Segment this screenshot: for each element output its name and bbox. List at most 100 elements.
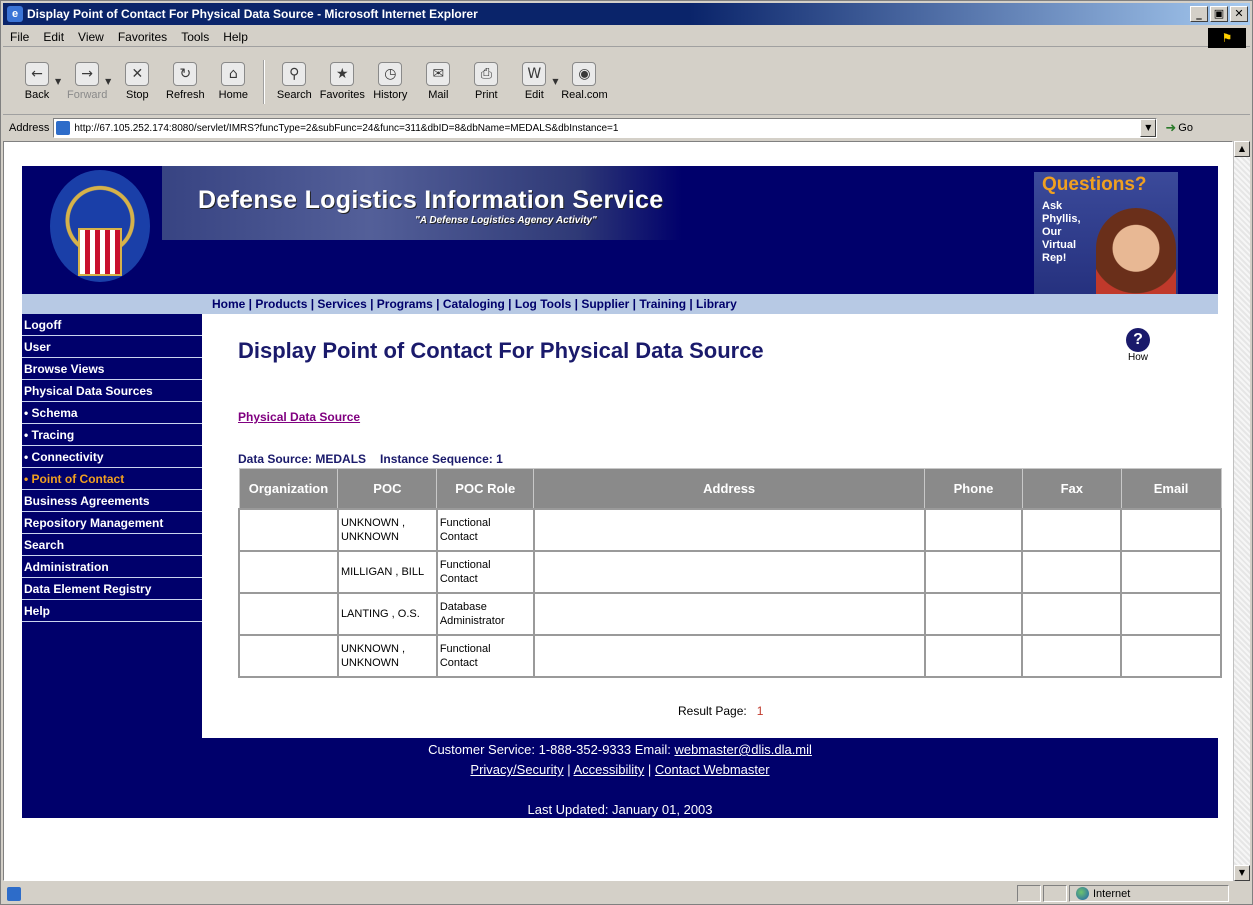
stop-button[interactable]: ✕ Stop: [113, 62, 161, 101]
favorites-icon: ★: [330, 62, 355, 86]
title-bar: e Display Point of Contact For Physical …: [3, 3, 1250, 25]
real-label: Real.com: [561, 89, 608, 101]
search-icon: ⚲: [282, 62, 307, 86]
back-dropdown-icon[interactable]: ▼: [55, 77, 61, 86]
cell-organization: [238, 507, 339, 552]
sidebar-item-physical-data-sources[interactable]: Physical Data Sources: [22, 380, 202, 402]
minimize-button[interactable]: _: [1190, 6, 1208, 22]
history-icon: ◷: [378, 62, 403, 86]
table-row: LANTING , O.S. Database Administrator: [238, 591, 1222, 636]
window-title: Display Point of Contact For Physical Da…: [27, 7, 478, 21]
cell-poc-role: Functional Contact: [435, 549, 535, 594]
cell-poc: UNKNOWN , UNKNOWN: [336, 507, 438, 552]
favorites-button[interactable]: ★ Favorites: [318, 62, 366, 101]
back-button[interactable]: ← Back: [13, 62, 61, 101]
cell-address: [532, 633, 926, 678]
home-button[interactable]: ⌂ Home: [209, 62, 257, 101]
page-icon: [56, 121, 71, 135]
menu-file[interactable]: File: [3, 30, 36, 44]
footer-links: Privacy/Security | Accessibility | Conta…: [470, 762, 770, 777]
sidebar-item-business-agreements[interactable]: Business Agreements: [22, 490, 202, 512]
cell-email: [1120, 549, 1222, 594]
vertical-scrollbar[interactable]: ▲ ▼: [1233, 141, 1250, 881]
menu-edit[interactable]: Edit: [36, 30, 71, 44]
customer-service-line: Customer Service: 1-888-352-9333 Email: …: [22, 742, 1218, 757]
mail-button[interactable]: ✉ Mail: [414, 62, 462, 101]
top-nav-links[interactable]: Home | Products | Services | Programs | …: [212, 297, 737, 311]
menu-help[interactable]: Help: [216, 30, 255, 44]
sidebar-item-data-element-registry[interactable]: Data Element Registry: [22, 578, 202, 600]
virtual-rep-box[interactable]: Questions? Ask Phyllis, Our Virtual Rep!: [1034, 172, 1178, 314]
forward-dropdown-icon[interactable]: ▼: [105, 77, 111, 86]
scroll-down-icon[interactable]: ▼: [1234, 865, 1250, 881]
cell-fax: [1021, 507, 1123, 552]
go-arrow-icon: ➜: [1165, 120, 1177, 136]
cell-fax: [1021, 633, 1123, 678]
sidebar-item-administration[interactable]: Administration: [22, 556, 202, 578]
search-button[interactable]: ⚲ Search: [270, 62, 318, 101]
edit-label: Edit: [524, 89, 544, 101]
address-input[interactable]: http://67.105.252.174:8080/servlet/IMRS?…: [53, 118, 1158, 138]
sidebar-item-repository-management[interactable]: Repository Management: [22, 512, 202, 534]
webmaster-email-link[interactable]: webmaster@dlis.dla.mil: [674, 742, 811, 757]
windows-logo-icon: ⚑: [1208, 28, 1246, 48]
cell-phone: [923, 549, 1024, 594]
sidebar-item-schema[interactable]: • Schema: [22, 402, 202, 424]
cell-email: [1120, 591, 1222, 636]
how-button[interactable]: ? How: [1118, 328, 1158, 363]
search-label: Search: [276, 89, 312, 101]
cell-poc-role: Functional Contact: [435, 633, 535, 678]
cell-email: [1120, 507, 1222, 552]
sidebar-item-point-of-contact[interactable]: • Point of Contact: [22, 468, 202, 490]
ie-logo-icon: e: [7, 6, 23, 22]
refresh-button[interactable]: ↻ Refresh: [161, 62, 209, 101]
privacy-security-link[interactable]: Privacy/Security: [470, 762, 563, 777]
maximize-button[interactable]: ▣: [1210, 6, 1228, 22]
real-button[interactable]: ◉ Real.com: [560, 62, 608, 101]
internet-globe-icon: [1076, 887, 1089, 900]
result-pagination: Result Page: 1: [678, 704, 763, 718]
menu-view[interactable]: View: [71, 30, 111, 44]
address-dropdown-icon[interactable]: ▼: [1140, 119, 1157, 137]
contact-webmaster-link[interactable]: Contact Webmaster: [655, 762, 770, 777]
cell-phone: [923, 591, 1024, 636]
address-label: Address: [9, 122, 50, 134]
col-fax: Fax: [1021, 468, 1122, 509]
print-button[interactable]: ⎙ Print: [462, 62, 510, 101]
mail-icon: ✉: [426, 62, 451, 86]
result-page-link[interactable]: 1: [757, 704, 764, 718]
table-header-row: Organization POC POC Role Address Phone …: [238, 468, 1222, 509]
forward-arrow-icon: →: [75, 62, 100, 86]
forward-button[interactable]: → Forward: [63, 62, 111, 101]
edit-button[interactable]: W Edit: [510, 62, 558, 101]
physical-data-source-link[interactable]: Physical Data Source: [238, 410, 360, 424]
menu-favorites[interactable]: Favorites: [111, 30, 174, 44]
print-icon: ⎙: [474, 62, 499, 86]
poc-table: Organization POC POC Role Address Phone …: [238, 468, 1222, 678]
menu-tools[interactable]: Tools: [174, 30, 216, 44]
cell-fax: [1021, 591, 1123, 636]
sidebar-item-search[interactable]: Search: [22, 534, 202, 556]
web-page: Defense Logistics Information Service "A…: [22, 166, 1222, 818]
close-button[interactable]: ✕: [1230, 6, 1248, 22]
forward-label: Forward: [66, 89, 108, 101]
refresh-icon: ↻: [173, 62, 198, 86]
toolbar-separator: [263, 59, 265, 104]
address-bar: Address http://67.105.252.174:8080/servl…: [3, 117, 1250, 139]
menu-bar: File Edit View Favorites Tools Help: [3, 27, 1250, 47]
back-arrow-icon: ←: [25, 62, 49, 86]
edit-dropdown-icon[interactable]: ▼: [552, 77, 558, 86]
toolbar: ← Back ▼ → Forward ▼ ✕ Stop ↻ Refresh ⌂ Home …: [3, 49, 1250, 115]
scroll-up-icon[interactable]: ▲: [1234, 141, 1250, 157]
accessibility-link[interactable]: Accessibility: [574, 762, 645, 777]
sidebar-item-logoff[interactable]: Logoff: [22, 314, 202, 336]
sidebar-item-tracing[interactable]: • Tracing: [22, 424, 202, 446]
sidebar-item-connectivity[interactable]: • Connectivity: [22, 446, 202, 468]
history-button[interactable]: ◷ History: [366, 62, 414, 101]
questions-text: Ask Phyllis, Our Virtual Rep!: [1042, 200, 1081, 264]
sidebar-item-browse-views[interactable]: Browse Views: [22, 358, 202, 380]
how-label: How: [1127, 352, 1148, 363]
go-button[interactable]: ➜ Go: [1165, 121, 1193, 136]
sidebar-item-help[interactable]: Help: [22, 600, 202, 622]
sidebar-item-user[interactable]: User: [22, 336, 202, 358]
